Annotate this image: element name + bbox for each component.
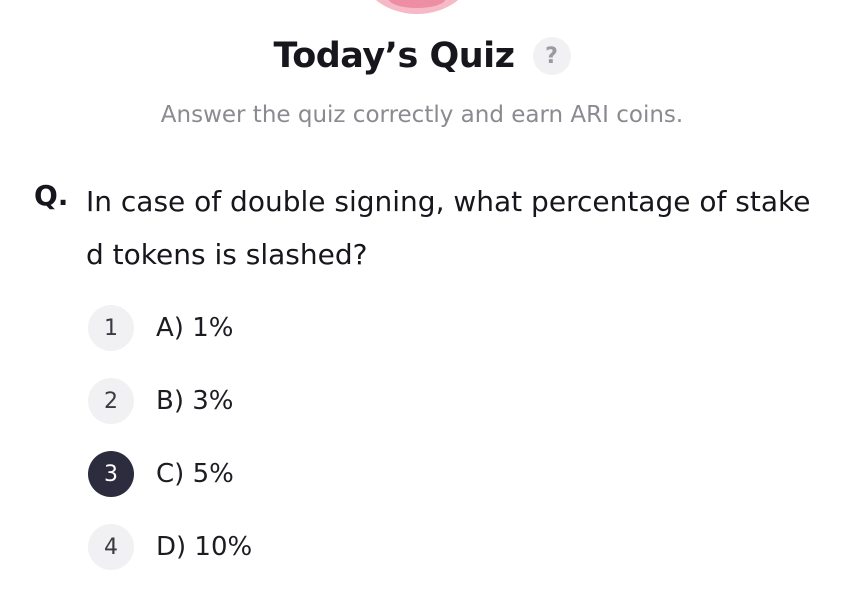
option-4[interactable]: 4 D) 10% [88, 524, 252, 570]
option-number-badge: 2 [88, 378, 134, 424]
page-title: Today’s Quiz [273, 36, 515, 76]
help-icon[interactable]: ? [532, 37, 571, 75]
header-illustration [362, 0, 472, 14]
option-number-badge: 1 [88, 305, 134, 351]
option-number-badge: 3 [88, 451, 134, 497]
question-prefix: Q. [34, 179, 69, 212]
option-label: D) 10% [156, 532, 253, 562]
question-text: In case of double signing, what percenta… [86, 185, 811, 271]
option-3[interactable]: 3 C) 5% [88, 451, 252, 497]
quiz-subtitle: Answer the quiz correctly and earn ARI c… [160, 102, 684, 128]
option-label: C) 5% [156, 459, 234, 489]
option-number-badge: 4 [88, 524, 134, 570]
answer-options: 1 A) 1% 2 B) 3% 3 C) 5% 4 D) 10% [88, 305, 252, 597]
option-label: A) 1% [156, 313, 234, 343]
option-2[interactable]: 2 B) 3% [88, 378, 252, 424]
quiz-header: Today’s Quiz ? [0, 32, 844, 80]
option-1[interactable]: 1 A) 1% [88, 305, 252, 351]
option-label: B) 3% [156, 386, 234, 416]
